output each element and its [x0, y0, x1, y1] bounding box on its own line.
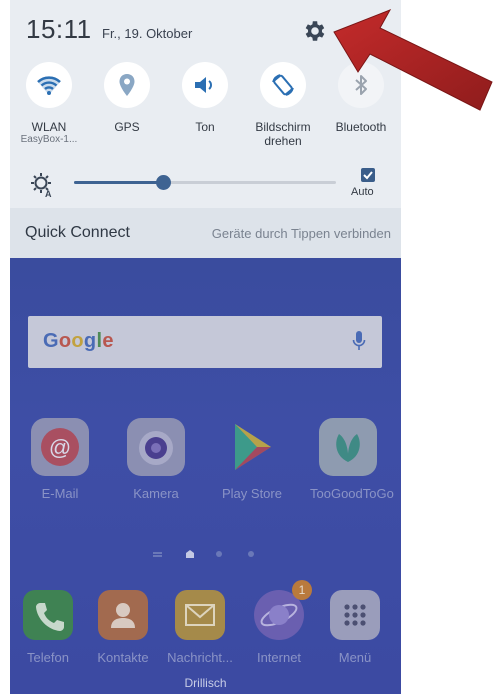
app-label: Play Store	[222, 486, 282, 501]
svg-text:@: @	[49, 435, 71, 460]
camera-icon	[127, 418, 185, 476]
email-icon: @	[31, 418, 89, 476]
toggle-sublabel: EasyBox-1...	[20, 134, 78, 145]
red-arrow-annotation	[333, 9, 493, 111]
brightness-row: A Auto	[10, 162, 401, 206]
internet-icon: 1	[254, 580, 312, 640]
wifi-icon	[26, 62, 72, 108]
app-label: TooGoodToGo	[310, 486, 394, 501]
app-camera[interactable]: Kamera	[110, 418, 202, 501]
toggle-label: WLAN	[31, 120, 67, 134]
apps-menu-icon	[330, 590, 380, 640]
app-messages[interactable]: Nachricht...	[161, 590, 239, 665]
app-label: Kontakte	[97, 650, 149, 665]
toggle-rotate-screen[interactable]: Bildschirm drehen	[244, 62, 322, 148]
carrier-label: Drillisch	[184, 676, 227, 690]
clock: 15:11	[26, 14, 92, 44]
app-label: Kamera	[133, 486, 179, 501]
toggle-label: GPS	[114, 120, 140, 134]
svg-text:A: A	[45, 189, 52, 198]
messages-icon	[175, 590, 225, 640]
app-phone[interactable]: Telefon	[11, 590, 85, 665]
home-apps-row: @ E-Mail Kamera Play Store TooGoodToGo	[10, 418, 401, 518]
toggle-sound[interactable]: Ton	[166, 62, 244, 134]
google-search-bar[interactable]: Google	[28, 316, 382, 368]
quick-connect-hint: Geräte durch Tippen verbinden	[211, 226, 391, 241]
google-logo: Google	[43, 330, 114, 352]
toggle-label: Ton	[195, 120, 215, 134]
app-label: Internet	[256, 650, 302, 665]
app-label: Menü	[338, 650, 372, 665]
auto-label: Auto	[351, 186, 374, 198]
auto-brightness-icon: A	[30, 172, 56, 199]
phone-icon	[23, 590, 73, 640]
play-store-icon	[223, 418, 281, 476]
app-label: E-Mail	[41, 486, 79, 501]
app-label: Telefon	[27, 650, 69, 665]
toggle-gps[interactable]: GPS	[88, 62, 166, 134]
rotate-screen-icon	[260, 62, 306, 108]
page-indicator	[10, 546, 401, 558]
quick-connect-title: Quick Connect	[25, 224, 130, 241]
app-toogoodtogo[interactable]: TooGoodToGo	[302, 418, 394, 501]
contacts-icon	[98, 590, 148, 640]
settings-gear-icon[interactable]	[302, 18, 328, 44]
toggle-label: Bluetooth	[335, 120, 387, 134]
notification-badge: 1	[292, 580, 312, 600]
app-play-store[interactable]: Play Store	[206, 418, 298, 501]
app-label: Nachricht...	[167, 650, 233, 665]
home-screen: Google @ E-Mail Kamera Play Store TooGoo…	[10, 258, 401, 694]
app-internet[interactable]: 1 Internet	[242, 580, 316, 665]
toggle-label: Bildschirm drehen	[255, 120, 311, 148]
location-pin-icon	[104, 62, 150, 108]
brightness-slider[interactable]	[74, 175, 336, 190]
quick-connect-bar[interactable]: Quick Connect Geräte durch Tippen verbin…	[10, 208, 401, 258]
app-email[interactable]: @ E-Mail	[14, 418, 106, 501]
volume-icon	[182, 62, 228, 108]
date: Fr., 19. Oktober	[102, 26, 193, 41]
auto-checkbox[interactable]	[361, 168, 375, 182]
brightness-knob[interactable]	[156, 175, 172, 190]
toggle-wlan[interactable]: WLAN EasyBox-1...	[10, 62, 88, 146]
brightness-fill	[74, 181, 164, 184]
app-menu[interactable]: Menü	[318, 590, 392, 665]
toogoodtogo-icon	[319, 418, 377, 476]
microphone-icon[interactable]	[352, 330, 366, 352]
app-contacts[interactable]: Kontakte	[86, 590, 160, 665]
